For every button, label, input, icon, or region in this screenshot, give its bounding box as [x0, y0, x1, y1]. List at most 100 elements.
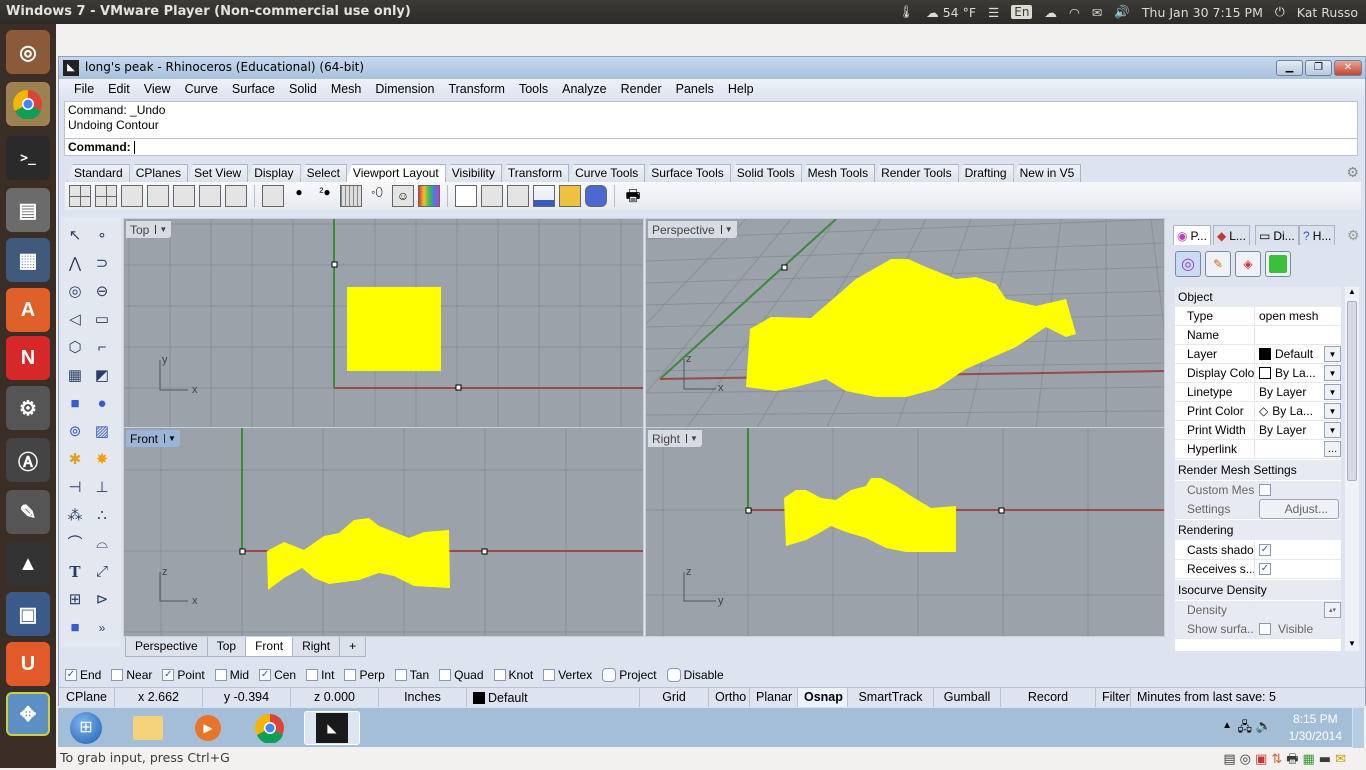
osnap-int[interactable]: Int: [306, 668, 334, 682]
terminal-icon[interactable]: >_: [6, 136, 50, 180]
tab-drafting[interactable]: Drafting: [957, 164, 1014, 182]
cylinder-icon[interactable]: ⊚: [64, 421, 86, 443]
more-tools-icon[interactable]: »: [91, 617, 113, 639]
osnap-perp[interactable]: Perp: [344, 668, 385, 682]
new-floating-viewport-icon[interactable]: [147, 185, 169, 207]
wifi-icon[interactable]: ◠: [1069, 5, 1080, 20]
tab-set-view[interactable]: Set View: [187, 164, 249, 182]
osnap-cen[interactable]: ✓ Cen: [259, 668, 296, 682]
menu-tools[interactable]: Tools: [512, 82, 555, 96]
checkbox[interactable]: [439, 669, 452, 681]
print-width-select[interactable]: By Layer ▼: [1255, 421, 1341, 439]
menu-indicator-icon[interactable]: ☰: [988, 5, 999, 20]
text-icon[interactable]: T: [64, 561, 86, 583]
polygon-icon[interactable]: ⬡: [64, 337, 86, 359]
filter-toggle[interactable]: Filter: [1096, 688, 1131, 708]
chevron-down-icon[interactable]: ▼: [1324, 365, 1341, 381]
network-icon[interactable]: 🖧: [1238, 718, 1253, 740]
chevron-down-icon[interactable]: ▼: [1324, 346, 1341, 362]
chevron-down-icon[interactable]: ▼: [1324, 384, 1341, 400]
tab-render-tools[interactable]: Render Tools: [874, 164, 959, 182]
show-desktop-button[interactable]: [1352, 708, 1364, 748]
viewport-top[interactable]: y x Top ▼: [123, 218, 644, 428]
tab-select[interactable]: Select: [299, 164, 347, 182]
volume-icon[interactable]: 🔊: [1256, 718, 1272, 734]
osnap-tan[interactable]: Tan: [394, 668, 429, 682]
tab-visibility[interactable]: Visibility: [444, 164, 502, 182]
network-adapter-icon[interactable]: ⇅: [1271, 750, 1282, 770]
chevron-down-icon[interactable]: ▼: [1324, 422, 1341, 438]
menu-curve[interactable]: Curve: [178, 82, 225, 96]
sound-card-icon[interactable]: ▦: [1303, 750, 1315, 770]
color-palette-icon[interactable]: [418, 185, 440, 207]
density-input[interactable]: ▴▾: [1255, 601, 1341, 619]
sphere-tool-icon[interactable]: ●: [91, 393, 113, 415]
files-icon[interactable]: ▤: [6, 188, 50, 232]
menu-help[interactable]: Help: [721, 82, 761, 96]
sphere-icon[interactable]: ●: [288, 185, 310, 207]
viewport-tab-top[interactable]: Top: [206, 637, 247, 657]
menu-view[interactable]: View: [137, 82, 178, 96]
explorer-taskbar-button[interactable]: [120, 711, 176, 745]
panel-tab-properties[interactable]: ◉ P...: [1173, 225, 1211, 245]
solid-cap-icon[interactable]: ■: [64, 617, 86, 639]
grid-options-icon[interactable]: [262, 185, 284, 207]
checkbox[interactable]: ✓: [65, 669, 77, 681]
floppy-icon[interactable]: ▣: [1255, 750, 1267, 770]
show-hidden-icons[interactable]: ▲: [1222, 720, 1232, 731]
menu-render[interactable]: Render: [614, 82, 669, 96]
casts-shadows-checkbox[interactable]: ✓: [1259, 544, 1271, 556]
orient-icon[interactable]: ⊳: [91, 589, 113, 611]
portrait-icon[interactable]: ☺: [392, 185, 414, 207]
viewport-front[interactable]: z x Front ▼: [123, 427, 644, 637]
osnap-end[interactable]: ✓ End: [65, 668, 101, 682]
group-icon[interactable]: ⁂: [64, 505, 86, 527]
printer-icon[interactable]: 🖶: [1286, 750, 1298, 770]
boolean-icon[interactable]: ✸: [91, 449, 113, 471]
vmware-icon[interactable]: ✥: [6, 692, 50, 736]
display-color-select[interactable]: By La... ▼: [1255, 364, 1341, 382]
software-center-icon[interactable]: A: [6, 288, 50, 332]
receives-shadows-checkbox[interactable]: ✓: [1259, 563, 1271, 575]
decal-button[interactable]: [1265, 251, 1291, 277]
grid-snap-toggle[interactable]: Grid Snap: [640, 688, 709, 723]
linetype-select[interactable]: By Layer ▼: [1255, 383, 1341, 401]
print-icon[interactable]: 🖶: [622, 185, 644, 207]
tab-mesh-tools[interactable]: Mesh Tools: [800, 164, 876, 182]
osnap-vertex[interactable]: Vertex: [543, 668, 592, 682]
osnap-disable[interactable]: Disable: [666, 668, 724, 682]
viewport-label-front[interactable]: Front ▼: [126, 430, 180, 447]
checkbox[interactable]: [306, 669, 319, 681]
current-layer[interactable]: Default: [467, 688, 640, 708]
checkbox[interactable]: [214, 669, 227, 681]
viewport-label-right[interactable]: Right ▼: [648, 430, 702, 447]
two-sphere-icon[interactable]: ²●: [314, 185, 336, 207]
four-viewports-icon[interactable]: [69, 185, 91, 207]
osnap-near[interactable]: Near: [111, 668, 152, 682]
cd-drive-icon[interactable]: ◎: [1240, 750, 1251, 770]
extrude-curve-icon[interactable]: ◩: [91, 365, 113, 387]
visible-checkbox[interactable]: [1259, 623, 1271, 635]
update-manager-icon[interactable]: Ⓐ: [6, 438, 50, 482]
cplane-button[interactable]: CPlane: [59, 688, 115, 708]
menu-mesh[interactable]: Mesh: [324, 82, 369, 96]
mail-icon[interactable]: ✉: [1092, 5, 1102, 20]
ellipsis-button[interactable]: …: [1324, 441, 1341, 457]
thermometer-icon[interactable]: 🌡: [898, 4, 914, 20]
smarttrack-toggle[interactable]: SmartTrack: [848, 688, 934, 708]
chevron-down-icon[interactable]: ▼: [686, 434, 698, 443]
media-player-taskbar-button[interactable]: ▶: [180, 711, 236, 745]
tab-cplanes[interactable]: CPlanes: [128, 164, 189, 182]
curve-icon[interactable]: ⊃: [91, 253, 113, 275]
polyline-icon[interactable]: ⋀: [64, 253, 86, 275]
add-viewport-tab-icon[interactable]: +: [339, 637, 367, 657]
scrollbar-thumb[interactable]: [1347, 301, 1357, 481]
panel-gear-icon[interactable]: ⚙: [1347, 227, 1360, 244]
menu-surface[interactable]: Surface: [225, 82, 282, 96]
message-icon[interactable]: ✉: [1335, 750, 1346, 770]
move-icon[interactable]: ⤢: [91, 561, 113, 583]
point-icon[interactable]: ∘: [91, 225, 113, 247]
restore-button[interactable]: ❐: [1305, 60, 1332, 76]
gimp-icon[interactable]: ✎: [6, 490, 50, 534]
chrome-icon[interactable]: [6, 82, 50, 126]
